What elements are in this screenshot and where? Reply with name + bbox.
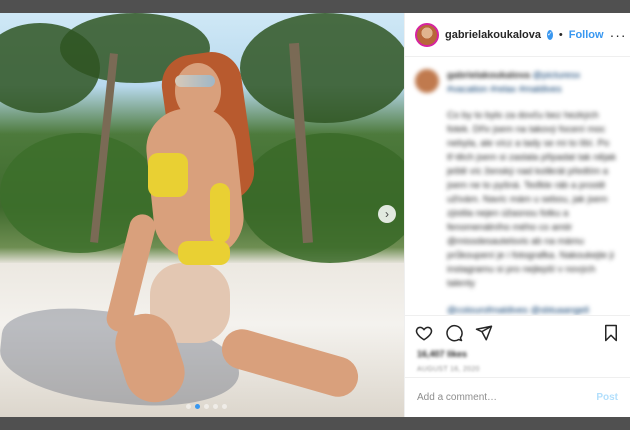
post-header: gabrielakoukalova ✓ • Follow ··· xyxy=(405,13,630,57)
comment-button[interactable] xyxy=(445,324,463,342)
comment-icon xyxy=(446,324,463,341)
carousel-dot xyxy=(204,404,209,409)
follow-button[interactable]: Follow xyxy=(569,29,604,41)
carousel-next-button[interactable]: › xyxy=(378,205,396,223)
share-button[interactable] xyxy=(475,324,493,342)
post-sidebar: gabrielakoukalova ✓ • Follow ··· gabriel… xyxy=(404,13,630,417)
heart-icon xyxy=(415,326,433,341)
chevron-right-icon: › xyxy=(385,207,389,221)
comment-box: Post xyxy=(405,377,630,417)
verified-icon: ✓ xyxy=(547,29,553,40)
post-comment-button[interactable]: Post xyxy=(596,392,618,403)
caption-area: gabrielakoukalova @picturesx #vacation #… xyxy=(405,57,630,315)
likes-count[interactable]: 16,407 likes xyxy=(405,349,630,363)
sunglasses xyxy=(175,75,215,87)
save-button[interactable] xyxy=(602,324,620,342)
like-button[interactable] xyxy=(415,324,433,342)
author-username[interactable]: gabrielakoukalova xyxy=(445,29,541,41)
carousel-dot xyxy=(213,404,218,409)
swimsuit-bow xyxy=(210,183,230,243)
bookmark-icon xyxy=(605,324,617,341)
swimsuit-top xyxy=(148,153,188,197)
separator: • xyxy=(558,28,563,41)
carousel-dot xyxy=(222,404,227,409)
action-bar xyxy=(405,315,630,349)
swimsuit-bottom xyxy=(178,241,230,265)
avatar[interactable] xyxy=(415,22,439,47)
caption-avatar[interactable] xyxy=(415,69,439,93)
post-photo[interactable]: › xyxy=(0,13,404,417)
palm-foliage xyxy=(240,133,404,263)
figure-head xyxy=(175,63,221,119)
carousel-dots xyxy=(186,404,227,409)
caption-row: gabrielakoukalova @picturesx #vacation #… xyxy=(415,69,620,97)
caption-header: gabrielakoukalova @picturesx #vacation #… xyxy=(447,69,620,97)
palm-foliage xyxy=(240,13,404,123)
post-date: AUGUST 16, 2020 xyxy=(417,366,480,373)
caption-mentions[interactable]: @colourofmaldives @sbtuaangell xyxy=(447,305,620,315)
carousel-dot xyxy=(195,404,200,409)
comment-input[interactable] xyxy=(417,392,597,403)
more-options-icon[interactable]: ··· xyxy=(610,27,627,43)
carousel-dot xyxy=(186,404,191,409)
blurred-caption: gabrielakoukalova @picturesx #vacation #… xyxy=(415,69,620,315)
post-modal: › gabrielakoukalova ✓ • Follow ··· gabri xyxy=(0,13,630,417)
caption-body: Co by to bylo za dovču bez hezkých fotek… xyxy=(447,110,616,289)
share-icon xyxy=(475,325,493,340)
caption-username[interactable]: gabrielakoukalova xyxy=(447,70,530,81)
